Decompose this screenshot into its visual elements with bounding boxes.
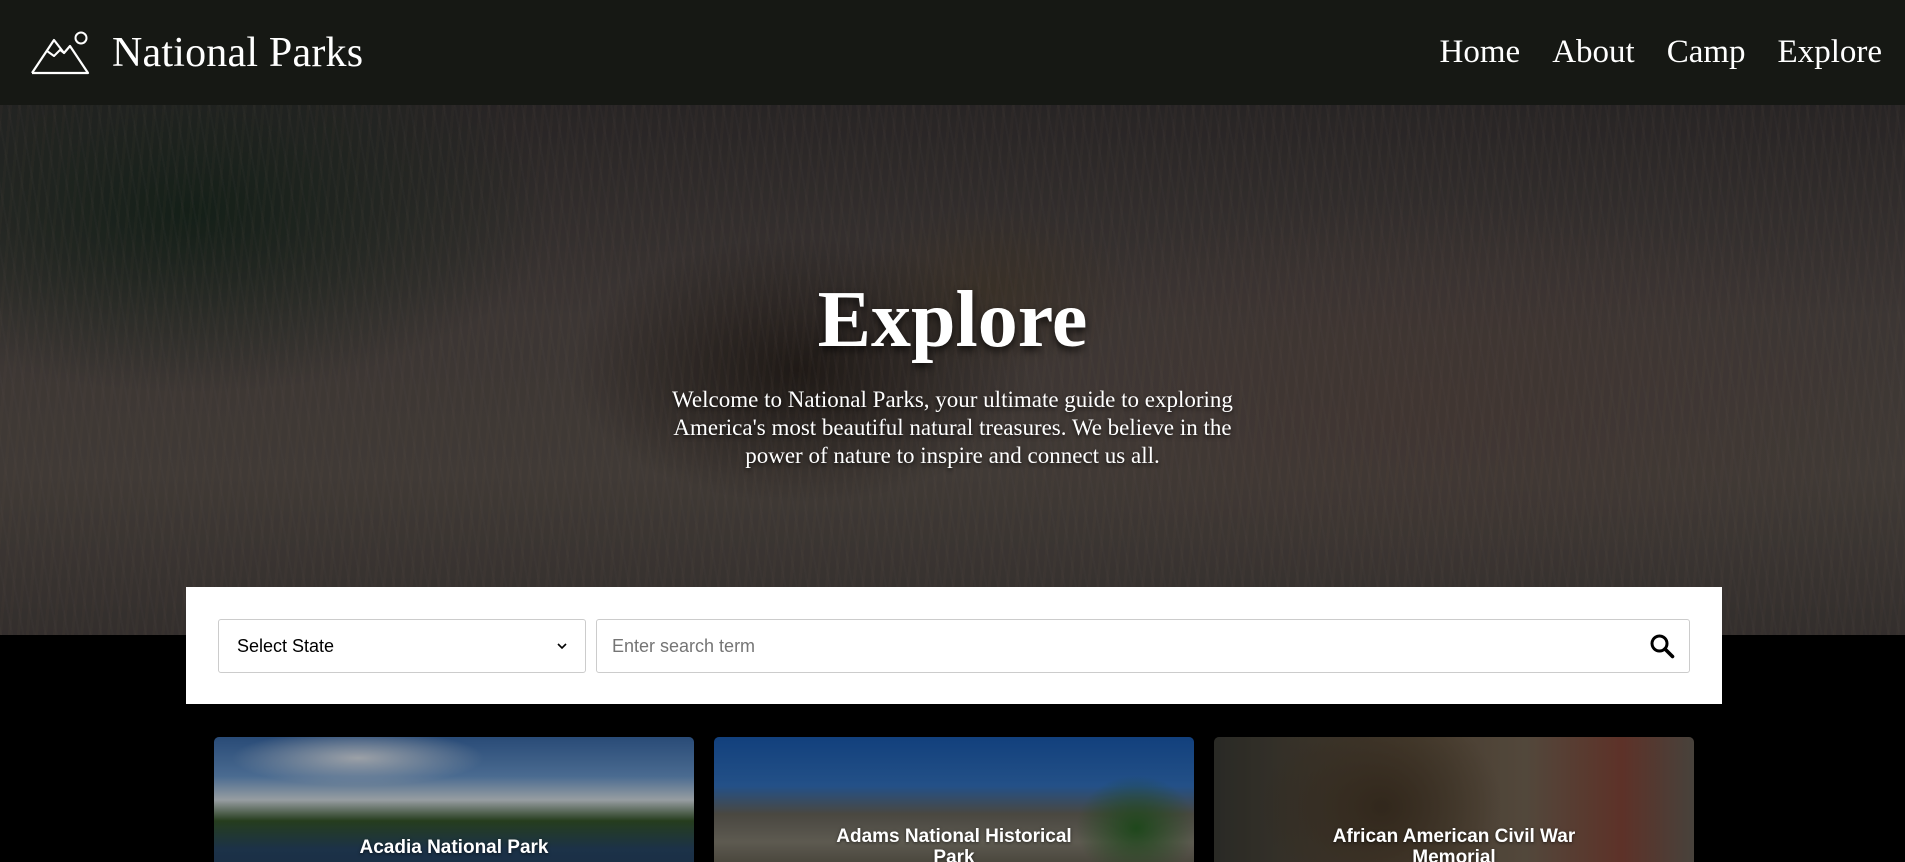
- nav-link-camp[interactable]: Camp: [1667, 34, 1746, 71]
- card-title: African American Civil War Memorial: [1332, 826, 1576, 862]
- search-panel: Select State: [186, 587, 1722, 704]
- main-nav: Home About Camp Explore: [1440, 34, 1882, 71]
- nav-link-about[interactable]: About: [1552, 34, 1635, 71]
- state-select[interactable]: Select State: [218, 619, 586, 673]
- park-card[interactable]: African American Civil War Memorial: [1214, 737, 1694, 862]
- search-button[interactable]: [1647, 631, 1677, 661]
- nav-link-home[interactable]: Home: [1440, 34, 1521, 71]
- search-icon: [1650, 634, 1675, 659]
- brand[interactable]: National Parks: [30, 29, 363, 77]
- hero-description: Welcome to National Parks, your ultimate…: [672, 387, 1233, 468]
- park-card[interactable]: Acadia National Park: [214, 737, 694, 862]
- mountain-icon: [31, 31, 90, 74]
- hero-content: Explore Welcome to National Parks, your …: [0, 275, 1905, 470]
- search-input[interactable]: [612, 635, 1647, 657]
- search-box: [596, 619, 1690, 673]
- card-title: Adams National Historical Park: [836, 826, 1072, 862]
- state-select-value: Select State: [237, 635, 335, 656]
- nav-link-explore[interactable]: Explore: [1778, 34, 1882, 71]
- chevron-down-icon: [557, 643, 567, 650]
- page-title: Explore: [817, 276, 1088, 364]
- card-title: Acadia National Park: [359, 837, 549, 858]
- hero-banner: Explore Welcome to National Parks, your …: [0, 105, 1905, 635]
- navbar: National Parks Home About Camp Explore: [0, 0, 1905, 105]
- park-card[interactable]: Adams National Historical Park: [714, 737, 1194, 862]
- brand-title: National Parks: [112, 29, 364, 76]
